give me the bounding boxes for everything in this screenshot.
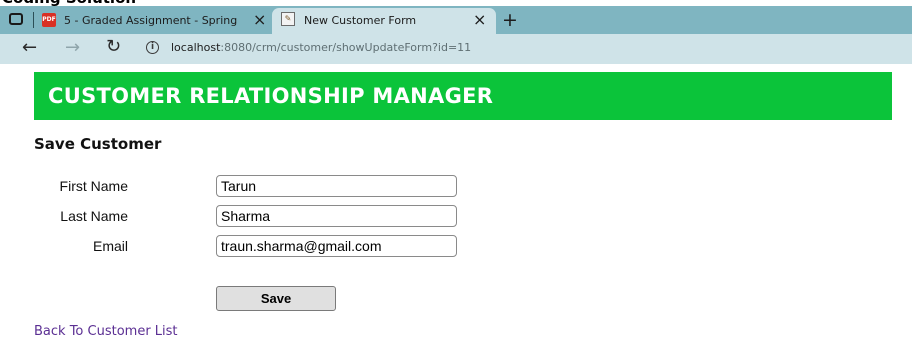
reload-icon[interactable]: ↻: [106, 36, 121, 57]
forward-arrow-icon[interactable]: →: [65, 37, 80, 58]
close-icon[interactable]: ×: [253, 10, 266, 30]
form-icon: ✎: [281, 12, 295, 26]
email-input[interactable]: [216, 235, 457, 257]
first-name-input[interactable]: [216, 175, 457, 197]
save-button[interactable]: Save: [216, 286, 336, 311]
close-icon[interactable]: ×: [473, 10, 486, 30]
tab-title: 5 - Graded Assignment - Spring: [64, 14, 238, 27]
info-icon[interactable]: i: [146, 41, 159, 54]
tab-new-customer-form[interactable]: ✎ New Customer Form ×: [272, 8, 496, 34]
address-bar[interactable]: localhost:8080/crm/customer/showUpdateFo…: [171, 41, 471, 54]
header-banner: CUSTOMER RELATIONSHIP MANAGER: [34, 72, 892, 120]
app-title: CUSTOMER RELATIONSHIP MANAGER: [48, 84, 494, 108]
tab-bar: PDF 5 - Graded Assignment - Spring × ✎ N…: [0, 6, 912, 34]
back-arrow-icon[interactable]: ←: [22, 37, 37, 58]
tab-title: New Customer Form: [304, 14, 417, 27]
first-name-label: First Name: [59, 178, 128, 194]
browser-toolbar: ← → ↻ i localhost:8080/crm/customer/show…: [0, 34, 912, 64]
last-name-input[interactable]: [216, 205, 457, 227]
page-title: Save Customer: [34, 135, 162, 153]
url-host: localhost: [171, 41, 221, 54]
url-path: :8080/crm/customer/showUpdateForm?id=11: [220, 41, 472, 54]
tab-divider: [33, 12, 34, 28]
tab-actions-icon[interactable]: [9, 13, 23, 25]
last-name-label: Last Name: [60, 208, 128, 224]
new-tab-icon[interactable]: +: [502, 10, 518, 30]
tab-graded-assignment[interactable]: PDF 5 - Graded Assignment - Spring ×: [40, 8, 270, 32]
email-label: Email: [92, 238, 128, 254]
back-to-customer-list-link[interactable]: Back To Customer List: [34, 324, 178, 339]
pdf-icon: PDF: [42, 13, 56, 27]
